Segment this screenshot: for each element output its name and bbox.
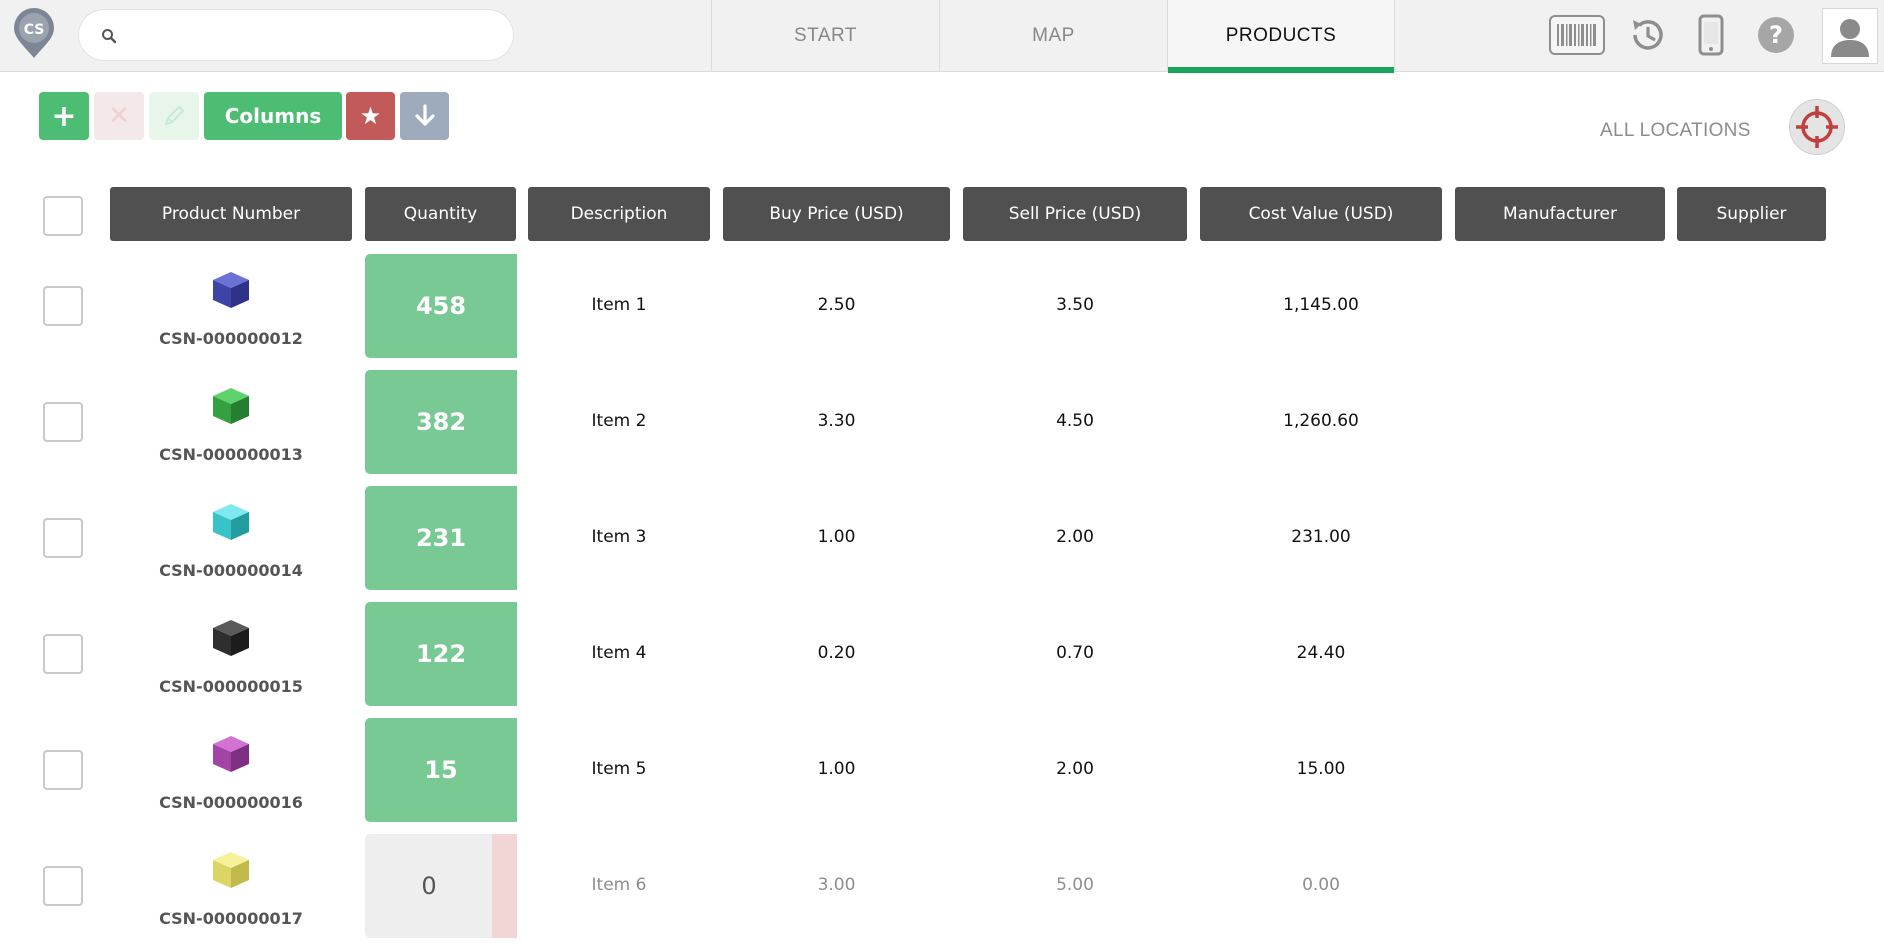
table-row[interactable]: CSN-000000015 122 Item 4 0.20 0.70 24.40	[0, 601, 1884, 717]
download-button[interactable]	[400, 92, 449, 140]
history-icon[interactable]	[1626, 10, 1670, 60]
quantity-cell[interactable]: 458	[365, 254, 517, 358]
table-row[interactable]: CSN-000000016 15 Item 5 1.00 2.00 15.00	[0, 717, 1884, 833]
buy-price-cell: 1.00	[817, 527, 856, 547]
row-checkbox[interactable]	[43, 866, 83, 906]
product-cube-icon	[213, 736, 249, 772]
sell-price-cell: 3.50	[1056, 295, 1094, 315]
quantity-cell[interactable]: 231	[365, 486, 517, 590]
product-cube-icon	[213, 272, 249, 308]
barcode-scanner-icon[interactable]	[1548, 10, 1606, 60]
quantity-cell[interactable]: 15	[365, 718, 517, 822]
header-description[interactable]: Description	[528, 187, 710, 241]
description-cell: Item 4	[591, 643, 647, 663]
quantity-cell[interactable]: 122	[365, 602, 517, 706]
description-cell: Item 5	[591, 759, 647, 779]
cost-value-cell: 1,260.60	[1283, 411, 1359, 431]
edit-button[interactable]	[149, 92, 199, 140]
arrow-down-icon	[414, 104, 435, 126]
header-product-number[interactable]: Product Number	[110, 187, 352, 241]
search-input[interactable]	[129, 18, 499, 54]
search-icon	[102, 29, 117, 44]
table-row[interactable]: CSN-000000013 382 Item 2 3.30 4.50 1,260…	[0, 369, 1884, 485]
tab-start[interactable]: START	[711, 0, 939, 72]
header-cost-value[interactable]: Cost Value (USD)	[1200, 187, 1442, 241]
cost-value-cell: 231.00	[1291, 527, 1351, 547]
product-cube-icon	[213, 504, 249, 540]
row-checkbox[interactable]	[43, 750, 83, 790]
select-all-checkbox[interactable]	[43, 196, 83, 236]
pencil-icon	[164, 105, 185, 126]
tab-products[interactable]: PRODUCTS	[1167, 0, 1395, 73]
row-checkbox[interactable]	[43, 634, 83, 674]
svg-text:?: ?	[1769, 21, 1783, 49]
sell-price-cell: 4.50	[1056, 411, 1094, 431]
sell-price-cell: 2.00	[1056, 527, 1094, 547]
user-avatar-icon[interactable]	[1822, 8, 1878, 64]
help-icon[interactable]: ?	[1756, 10, 1796, 60]
quantity-cell[interactable]: 0	[365, 834, 517, 938]
description-cell: Item 6	[591, 875, 647, 895]
buy-price-cell: 3.00	[817, 875, 856, 895]
description-cell: Item 3	[591, 527, 647, 547]
product-number[interactable]: CSN-000000012	[110, 329, 352, 348]
favorite-button[interactable]: ★	[346, 92, 395, 140]
mobile-device-icon[interactable]	[1696, 10, 1726, 60]
header-quantity[interactable]: Quantity	[365, 187, 516, 241]
columns-button[interactable]: Columns	[204, 92, 342, 140]
cost-value-cell: 0.00	[1302, 875, 1340, 895]
description-cell: Item 2	[591, 411, 647, 431]
product-number[interactable]: CSN-000000017	[110, 909, 352, 928]
cost-value-cell: 1,145.00	[1283, 295, 1359, 315]
row-checkbox[interactable]	[43, 402, 83, 442]
table-row[interactable]: CSN-000000017 0 Item 6 3.00 5.00 0.00	[0, 833, 1884, 949]
buy-price-cell: 2.50	[817, 295, 856, 315]
search-bar[interactable]	[78, 9, 514, 61]
buy-price-cell: 3.30	[817, 411, 856, 431]
header-supplier[interactable]: Supplier	[1677, 187, 1826, 241]
cost-value-cell: 24.40	[1296, 643, 1346, 663]
product-cube-icon	[213, 852, 249, 888]
row-checkbox[interactable]	[43, 518, 83, 558]
product-cube-icon	[213, 620, 249, 656]
logo-text: CS	[24, 22, 45, 38]
location-filter-label[interactable]: ALL LOCATIONS	[1600, 120, 1751, 142]
crosshair-icon	[1796, 106, 1838, 148]
product-cube-icon	[213, 388, 249, 424]
quantity-value: 0	[421, 872, 437, 900]
table-row[interactable]: CSN-000000014 231 Item 3 1.00 2.00 231.0…	[0, 485, 1884, 601]
product-number[interactable]: CSN-000000014	[110, 561, 352, 580]
top-header: CS START MAP PRODUCTS ?	[0, 0, 1884, 73]
tab-map[interactable]: MAP	[939, 0, 1167, 72]
sell-price-cell: 5.00	[1056, 875, 1094, 895]
product-number[interactable]: CSN-000000013	[110, 445, 352, 464]
buy-price-cell: 0.20	[817, 643, 856, 663]
product-number[interactable]: CSN-000000015	[110, 677, 352, 696]
table-row[interactable]: CSN-000000012 458 Item 1 2.50 3.50 1,145…	[0, 253, 1884, 369]
row-checkbox[interactable]	[43, 286, 83, 326]
cost-value-cell: 15.00	[1296, 759, 1346, 779]
sell-price-cell: 0.70	[1056, 643, 1094, 663]
header-sell-price[interactable]: Sell Price (USD)	[963, 187, 1187, 241]
description-cell: Item 1	[591, 295, 647, 315]
header-buy-price[interactable]: Buy Price (USD)	[723, 187, 950, 241]
app-logo[interactable]: CS	[10, 8, 58, 60]
main-nav: START MAP PRODUCTS	[711, 0, 1395, 73]
buy-price-cell: 1.00	[817, 759, 856, 779]
quantity-cell[interactable]: 382	[365, 370, 517, 474]
add-product-button[interactable]: +	[39, 92, 89, 140]
header-manufacturer[interactable]: Manufacturer	[1455, 187, 1665, 241]
product-number[interactable]: CSN-000000016	[110, 793, 352, 812]
sell-price-cell: 2.00	[1056, 759, 1094, 779]
location-target-button[interactable]	[1789, 99, 1845, 155]
delete-button[interactable]: ✕	[94, 92, 144, 140]
